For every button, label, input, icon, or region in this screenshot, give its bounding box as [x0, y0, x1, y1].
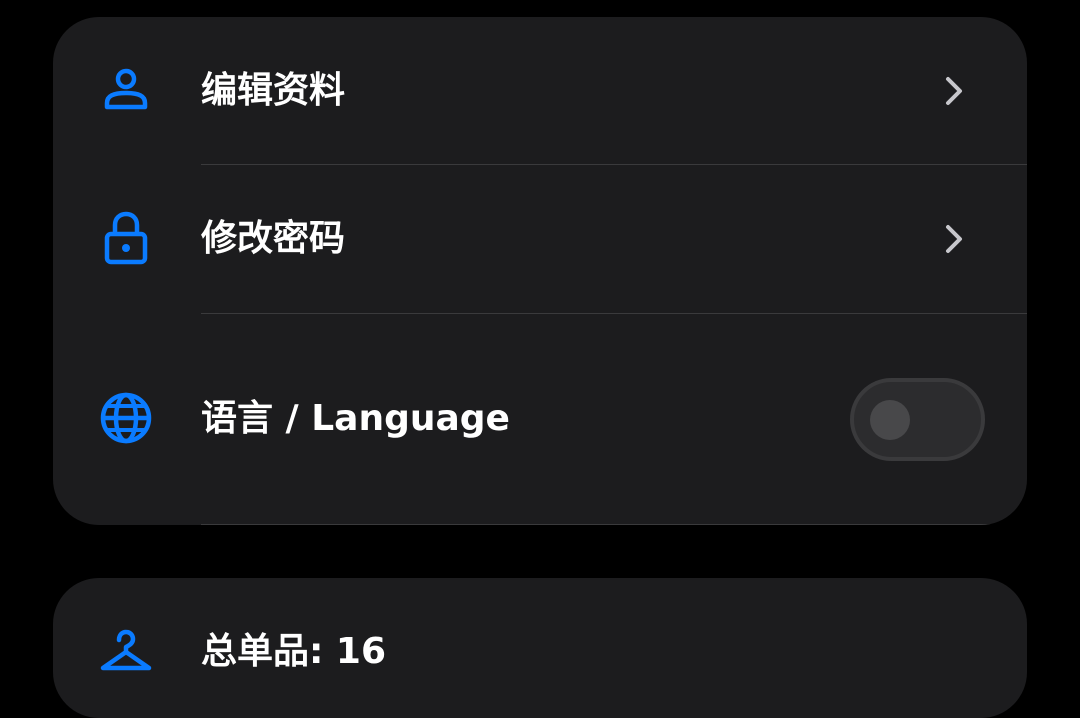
- total-items-label: 总单品: 16: [201, 631, 387, 672]
- chevron-right-icon: [939, 219, 969, 259]
- account-settings-card: 编辑资料 修改密码 语言 / Language: [53, 17, 1027, 525]
- hanger-icon: [97, 626, 155, 684]
- total-items-row: 总单品: 16: [53, 578, 1027, 718]
- person-icon: [97, 61, 155, 119]
- language-label: 语言 / Language: [201, 398, 510, 439]
- wardrobe-stats-card: 总单品: 16: [53, 578, 1027, 718]
- divider: [201, 524, 1027, 525]
- edit-profile-row[interactable]: 编辑资料: [53, 17, 1027, 165]
- chevron-right-icon: [939, 71, 969, 111]
- lock-icon: [97, 209, 155, 267]
- change-password-row[interactable]: 修改密码: [53, 165, 1027, 313]
- change-password-label: 修改密码: [201, 218, 346, 259]
- toggle-knob: [870, 400, 910, 440]
- edit-profile-label: 编辑资料: [201, 70, 346, 111]
- language-row: 语言 / Language: [53, 313, 1027, 525]
- language-toggle[interactable]: [850, 378, 985, 461]
- globe-icon: [97, 389, 155, 447]
